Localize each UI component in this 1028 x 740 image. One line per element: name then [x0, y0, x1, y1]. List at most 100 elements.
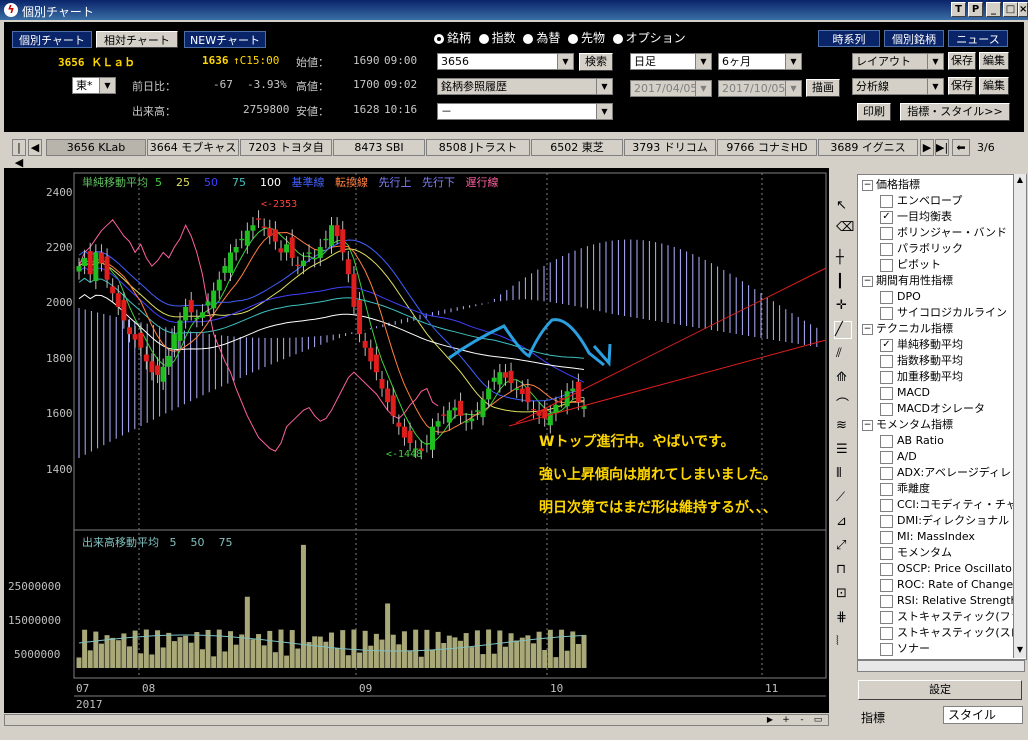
individual-chart-button[interactable]: 個別チャート	[12, 31, 92, 48]
indicator-style-button[interactable]: 指標・スタイル>>	[900, 103, 1010, 121]
checkbox-icon[interactable]	[880, 386, 893, 400]
checkbox-icon[interactable]	[880, 562, 893, 576]
print-button[interactable]: 印刷	[857, 103, 891, 121]
checkbox-icon[interactable]	[880, 306, 893, 320]
tree-item[interactable]: MI: MassIndex	[880, 529, 975, 545]
tab-symbol[interactable]: 3793 ドリコム	[624, 139, 716, 156]
relative-chart-button[interactable]: 相対チャート	[96, 31, 178, 48]
collapse-icon[interactable]: −	[862, 179, 873, 191]
tree-item[interactable]: サイコロジカルライン	[880, 305, 1007, 321]
stock-code-input[interactable]: 3656 ▼	[437, 53, 574, 70]
minimize-icon[interactable]: _	[986, 2, 1001, 17]
collapse-icon[interactable]: −	[862, 323, 873, 335]
checkbox-icon[interactable]	[880, 402, 893, 416]
third-select[interactable]: － ▼	[437, 103, 613, 120]
tab-symbol[interactable]: 8473 SBI	[333, 139, 425, 156]
tree-item[interactable]: 加重移動平均	[880, 369, 963, 385]
tree-item[interactable]: ✓ 単純移動平均	[880, 337, 963, 353]
checkbox-icon[interactable]: ✓	[880, 338, 893, 352]
tree-item[interactable]: OSCP: Price Oscillato	[880, 561, 1012, 577]
eraser-icon[interactable]: ⌫	[836, 220, 854, 235]
scroll-up-icon[interactable]: ▲	[1014, 174, 1026, 186]
fibo-icon[interactable]: ☰	[836, 442, 848, 457]
checkbox-icon[interactable]	[880, 626, 893, 640]
checkbox-icon[interactable]	[880, 258, 893, 272]
fan-icon[interactable]: ⟰	[836, 370, 847, 385]
maximize-icon[interactable]: □	[1003, 2, 1018, 17]
ray-icon[interactable]: ⟋	[836, 490, 845, 505]
checkbox-icon[interactable]	[880, 242, 893, 256]
tab-symbol[interactable]: 3656 KLab	[46, 139, 146, 156]
layout-select[interactable]: レイアウト ▼	[852, 53, 944, 70]
scroll-down-icon[interactable]: ▼	[1014, 644, 1026, 656]
tree-group[interactable]: − テクニカル指標	[862, 321, 953, 337]
pointer-icon[interactable]: ↖	[836, 198, 847, 213]
tree-item[interactable]: RSI: Relative Strength	[880, 593, 1018, 609]
close-icon[interactable]: ×	[1018, 2, 1028, 17]
checkbox-icon[interactable]	[880, 226, 893, 240]
new-chart-button[interactable]: NEWチャート	[184, 31, 266, 48]
checkbox-icon[interactable]	[880, 450, 893, 464]
tree-item[interactable]: パラボリック	[880, 241, 963, 257]
arc-icon[interactable]: ⌒	[836, 394, 849, 413]
checkbox-icon[interactable]	[880, 578, 893, 592]
trendline-icon[interactable]: ╱	[834, 321, 852, 339]
collapse-icon[interactable]: −	[862, 275, 873, 287]
checkbox-icon[interactable]: ✓	[880, 210, 893, 224]
tree-group[interactable]: − モメンタム指標	[862, 417, 953, 433]
tab-prev-icon[interactable]: ◀	[28, 139, 42, 156]
analysis-save-button[interactable]: 保存	[948, 77, 976, 95]
scroll-right-icon[interactable]: ▶	[764, 715, 776, 725]
market-select[interactable]: 東* ▼	[72, 77, 116, 94]
hline-icon[interactable]: ┼	[836, 250, 844, 265]
checkbox-icon[interactable]	[880, 498, 893, 512]
tab-symbol[interactable]: 8508 Jトラスト	[426, 139, 530, 156]
radio-futures[interactable]: 先物	[567, 31, 605, 45]
zoom-out-icon[interactable]: -	[796, 715, 808, 725]
tab-symbol[interactable]: 7203 トヨタ自	[240, 139, 332, 156]
radio-options[interactable]: オプション	[612, 31, 686, 45]
checkbox-icon[interactable]	[880, 514, 893, 528]
radio-stock[interactable]: 銘柄	[434, 31, 471, 45]
tab-symbol[interactable]: 3664 モブキャス	[147, 139, 239, 156]
vline-icon[interactable]: ┃	[836, 274, 844, 289]
tree-item[interactable]: AB Ratio	[880, 433, 944, 449]
checkbox-icon[interactable]	[880, 482, 893, 496]
measure-icon[interactable]: ⊓	[836, 562, 846, 577]
tab-symbol[interactable]: 6502 東芝	[531, 139, 623, 156]
checkbox-icon[interactable]	[880, 642, 893, 656]
checkbox-icon[interactable]	[880, 594, 893, 608]
tree-item[interactable]: ROC: Rate of Change	[880, 577, 1013, 593]
checkbox-icon[interactable]	[880, 530, 893, 544]
search-button[interactable]: 検索	[579, 53, 613, 71]
text-tool-icon[interactable]: ⦚	[836, 634, 839, 649]
analysis-select[interactable]: 分析線 ▼	[852, 78, 944, 95]
tree-item[interactable]: ADX:アベレージディレ	[880, 465, 1011, 481]
checkbox-icon[interactable]	[880, 194, 893, 208]
chart-area[interactable]: 単純移動平均 5 25 50 75 100 基準線 転換線 先行上 先行下 遅行…	[4, 168, 829, 713]
tab-back-icon[interactable]: ⬅	[952, 139, 970, 156]
tab-last-icon[interactable]: ▶|	[935, 139, 949, 156]
to-date-input[interactable]: 2017/10/05 ▼	[718, 80, 802, 97]
tree-item[interactable]: DMI:ディレクショナル	[880, 513, 1009, 529]
radio-index[interactable]: 指数	[478, 31, 516, 45]
grid-tool-icon[interactable]: ⋕	[836, 610, 847, 625]
wave-icon[interactable]: ≋	[836, 418, 847, 433]
timeseries-button[interactable]: 時系列	[818, 30, 880, 47]
range-select[interactable]: 6ヶ月 ▼	[718, 53, 802, 70]
box-icon[interactable]: ⊡	[836, 586, 847, 601]
tree-item[interactable]: ピボット	[880, 257, 941, 273]
tree-item[interactable]: ソナー	[880, 641, 930, 657]
zoom-in-icon[interactable]: +	[780, 715, 792, 725]
cycle-icon[interactable]: ⦀	[836, 466, 842, 481]
tab-first-icon[interactable]: |◀	[12, 139, 26, 169]
tree-hscrollbar[interactable]	[857, 660, 1025, 672]
tab-style[interactable]: スタイル	[943, 706, 1023, 724]
cross-icon[interactable]: ✛	[836, 298, 847, 313]
tree-scrollbar[interactable]: ▲ ▼	[1013, 174, 1026, 658]
draw-button[interactable]: 描画	[806, 79, 840, 97]
tree-item[interactable]: 指数移動平均	[880, 353, 963, 369]
from-date-input[interactable]: 2017/04/05 ▼	[630, 80, 712, 97]
interval-select[interactable]: 日足 ▼	[630, 53, 712, 70]
tree-group[interactable]: − 価格指標	[862, 177, 920, 193]
